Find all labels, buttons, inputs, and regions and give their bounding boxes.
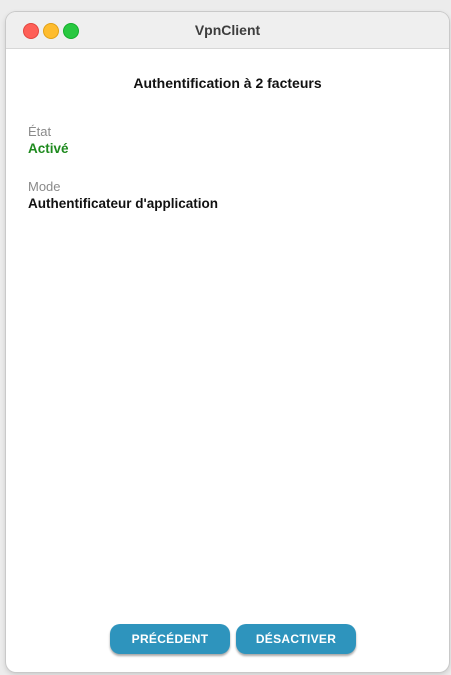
previous-button[interactable]: PRÉCÉDENT	[110, 624, 230, 654]
window-title: VpnClient	[194, 22, 261, 38]
app-window: VpnClient Authentification à 2 facteurs …	[6, 12, 449, 672]
etat-label: État	[28, 124, 52, 139]
etat-value: Activé	[28, 141, 69, 156]
mode-label: Mode	[28, 179, 61, 194]
page-title: Authentification à 2 facteurs	[133, 75, 322, 91]
mode-value: Authentificateur d'application	[28, 196, 218, 211]
main-content: Authentification à 2 facteurs État Activ…	[6, 49, 449, 672]
deactivate-button[interactable]: DÉSACTIVER	[236, 624, 356, 654]
title-bar[interactable]: VpnClient	[6, 12, 449, 49]
